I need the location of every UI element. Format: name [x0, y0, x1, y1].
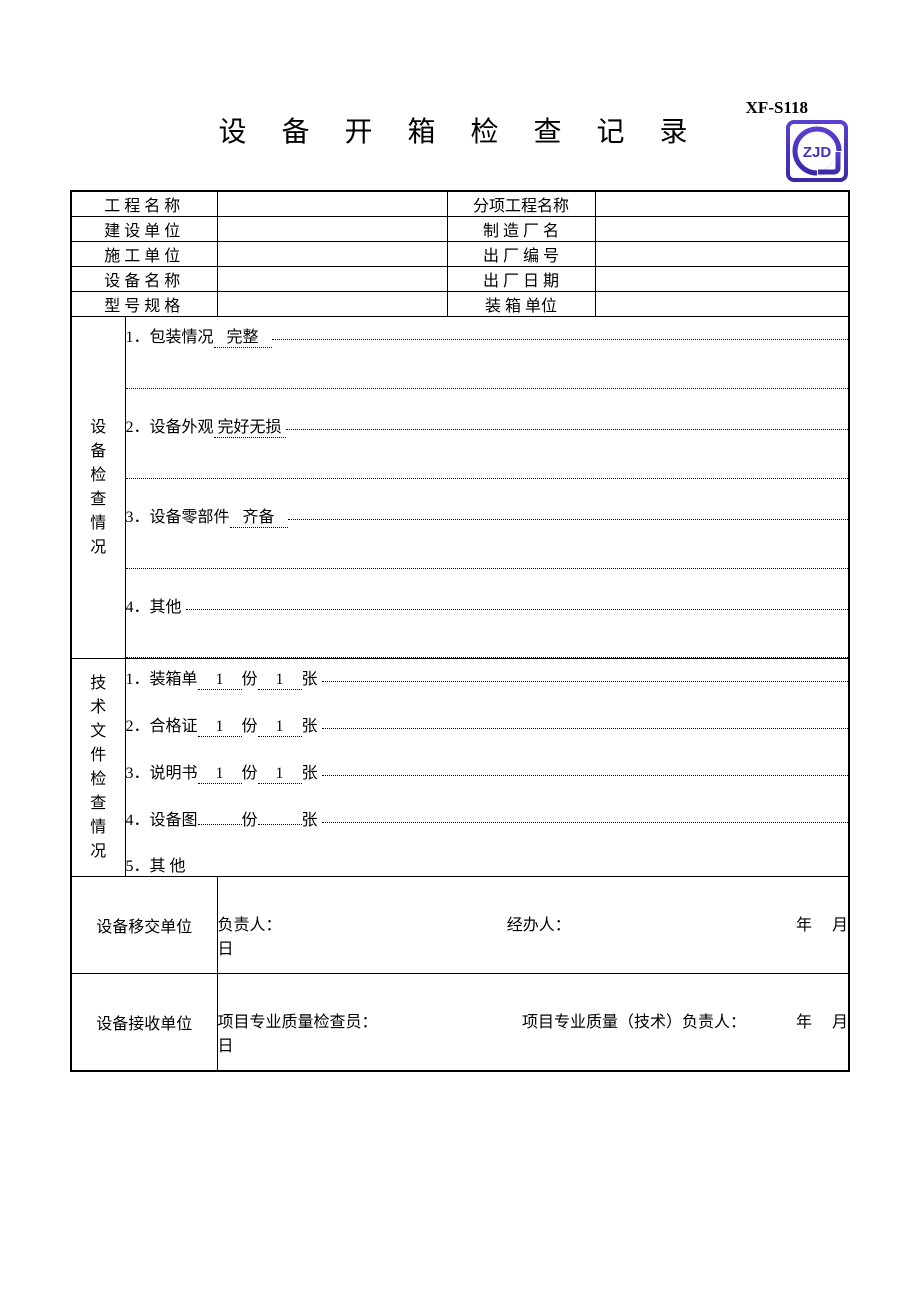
dotted-line: [186, 593, 848, 610]
unit: 张: [302, 712, 318, 736]
item-3-value[interactable]: 齐备: [230, 503, 288, 528]
lbl-handler: 经办人：: [507, 911, 571, 935]
unit: 张: [302, 665, 318, 689]
lbl-year: 年: [796, 911, 812, 935]
lbl-project-name: 工程名称: [71, 191, 217, 217]
lbl-month: 月: [832, 1008, 848, 1032]
lbl-handover-unit: 设备移交单位: [71, 877, 217, 974]
tech-1-v2[interactable]: 1: [258, 671, 302, 690]
svg-text:ZJD: ZJD: [803, 144, 832, 161]
lbl-day: 日: [218, 941, 234, 958]
dotted-line: [288, 503, 848, 520]
tech-2-label: 2．合格证: [126, 712, 198, 736]
tech-1-v1[interactable]: 1: [198, 671, 242, 690]
tech-3-label: 3．说明书: [126, 759, 198, 783]
lbl-equipment-name: 设备名称: [71, 267, 217, 292]
item-1-label: 1．包装情况: [126, 323, 214, 347]
val-subproject-name[interactable]: [595, 191, 849, 217]
val-packing-unit[interactable]: [595, 292, 849, 317]
tech-2-v1[interactable]: 1: [198, 718, 242, 737]
tech-doc-inspection-row: 技术文件检查情况 1．装箱单1份1张 2．合格证1份1张 3．说明书1份1张 4…: [71, 659, 849, 877]
val-model-spec[interactable]: [217, 292, 447, 317]
item-3-label: 3．设备零部件: [126, 503, 230, 527]
tech-3-v2[interactable]: 1: [258, 765, 302, 784]
val-construction-unit2[interactable]: [217, 242, 447, 267]
val-manufacturer[interactable]: [595, 217, 849, 242]
table-row: 工程名称 分项工程名称: [71, 191, 849, 217]
lbl-subproject-name: 分项工程名称: [447, 191, 595, 217]
logo-stamp: ZJD: [786, 120, 848, 187]
dotted-line: [272, 323, 848, 340]
unit: 张: [302, 759, 318, 783]
unit: 份: [242, 759, 258, 783]
dotted-line: [322, 759, 848, 776]
lbl-year: 年: [796, 1008, 812, 1032]
handover-signatures: 负责人： 经办人： 年 月 日: [217, 877, 849, 974]
lbl-factory-date: 出 厂 日 期: [447, 267, 595, 292]
dotted-line: [322, 665, 848, 682]
lbl-acceptance-unit: 设备接收单位: [71, 974, 217, 1072]
form-table: 工程名称 分项工程名称 建设单位 制 造 厂 名 施工单位 出 厂 编 号 设备名称 出…: [70, 190, 850, 1072]
lbl-qc-inspector: 项目专业质量检查员：: [218, 1008, 378, 1032]
tech-3-v1[interactable]: 1: [198, 765, 242, 784]
table-row: 建设单位 制 造 厂 名: [71, 217, 849, 242]
tech-doc-inspection-content: 1．装箱单1份1张 2．合格证1份1张 3．说明书1份1张 4．设备图份张 5．…: [125, 659, 849, 877]
lbl-qc-responsible: 项目专业质量（技术）负责人：: [522, 1008, 746, 1032]
lbl-day: 日: [218, 1038, 234, 1055]
table-row: 型号规格 装 箱 单位: [71, 292, 849, 317]
item-4-label: 4．其他: [126, 593, 182, 617]
equipment-inspection-content: 1．包装情况完整 2．设备外观完好无损 3．设备零部件齐备 4．其他: [125, 317, 849, 659]
item-2-value[interactable]: 完好无损: [214, 413, 286, 438]
tech-2-v2[interactable]: 1: [258, 718, 302, 737]
tech-4-label: 4．设备图: [126, 806, 198, 830]
dotted-line: [126, 370, 849, 389]
val-construction-unit1[interactable]: [217, 217, 447, 242]
dotted-line: [126, 550, 849, 569]
lbl-construction-unit1: 建设单位: [71, 217, 217, 242]
blank[interactable]: [282, 911, 507, 935]
dotted-line: [126, 460, 849, 479]
lbl-factory-no: 出 厂 编 号: [447, 242, 595, 267]
blank[interactable]: [378, 1008, 522, 1032]
equipment-inspection-row: 设备检查情况 1．包装情况完整 2．设备外观完好无损 3．设备零部件齐备 4．其…: [71, 317, 849, 659]
section-tech-doc-inspection: 技术文件检查情况: [71, 659, 125, 877]
doc-title: 设 备 开 箱 检 查 记 录: [70, 110, 850, 190]
unit: 张: [302, 806, 318, 830]
page: XF-S118 ZJD 设 备 开 箱 检 查 记 录 工程名称 分项工程名称 建…: [0, 0, 920, 1302]
lbl-construction-unit2: 施工单位: [71, 242, 217, 267]
handover-row: 设备移交单位 负责人： 经办人： 年 月 日: [71, 877, 849, 974]
dotted-line: [322, 806, 848, 823]
item-2-label: 2．设备外观: [126, 413, 214, 437]
lbl-model-spec: 型号规格: [71, 292, 217, 317]
section-equipment-inspection: 设备检查情况: [71, 317, 125, 659]
dotted-line: [286, 413, 848, 430]
table-row: 设备名称 出 厂 日 期: [71, 267, 849, 292]
item-1-value[interactable]: 完整: [214, 323, 272, 348]
unit: 份: [242, 712, 258, 736]
val-project-name[interactable]: [217, 191, 447, 217]
tech-1-label: 1．装箱单: [126, 665, 198, 689]
val-equipment-name[interactable]: [217, 267, 447, 292]
lbl-month: 月: [832, 911, 848, 935]
table-row: 施工单位 出 厂 编 号: [71, 242, 849, 267]
val-factory-date[interactable]: [595, 267, 849, 292]
acceptance-signatures: 项目专业质量检查员： 项目专业质量（技术）负责人： 年 月 日: [217, 974, 849, 1072]
lbl-packing-unit: 装 箱 单位: [447, 292, 595, 317]
tech-4-v1[interactable]: [198, 824, 242, 825]
tech-4-v2[interactable]: [258, 824, 302, 825]
val-factory-no[interactable]: [595, 242, 849, 267]
dotted-line: [126, 639, 849, 658]
lbl-responsible: 负责人：: [218, 911, 282, 935]
tech-5-label: 5．其 他: [126, 852, 186, 876]
blank[interactable]: [571, 911, 796, 935]
unit: 份: [242, 806, 258, 830]
lbl-manufacturer: 制 造 厂 名: [447, 217, 595, 242]
acceptance-row: 设备接收单位 项目专业质量检查员： 项目专业质量（技术）负责人： 年 月 日: [71, 974, 849, 1072]
form-code: XF-S118: [746, 98, 808, 118]
unit: 份: [242, 665, 258, 689]
dotted-line: [322, 712, 848, 729]
